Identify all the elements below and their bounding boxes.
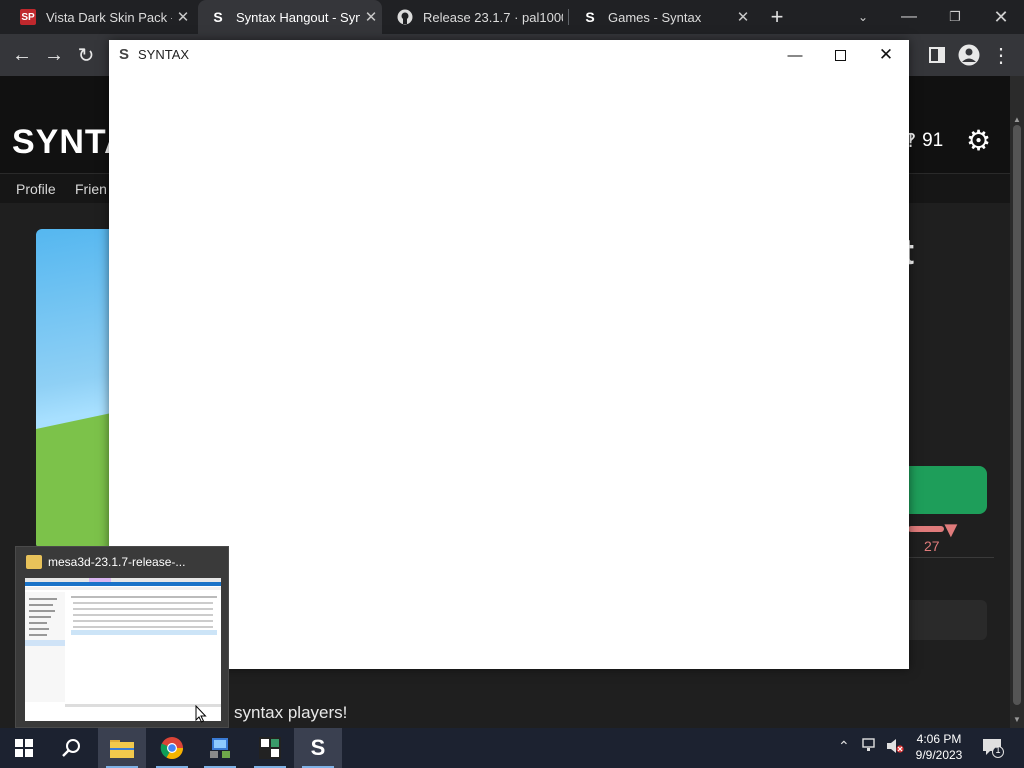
clock-time: 4:06 PM — [916, 732, 962, 746]
network-icon[interactable] — [862, 738, 878, 755]
robux-count: 91 — [922, 130, 944, 151]
github-favicon-icon — [397, 9, 413, 25]
dislike-count: 27 — [924, 538, 940, 554]
menu-kebab-icon[interactable]: ⋮ — [988, 42, 1014, 68]
checker-app-taskbar-button[interactable] — [246, 728, 294, 768]
minimize-button[interactable]: — — [886, 0, 932, 34]
tab-search-icon[interactable]: ⌄ — [840, 0, 886, 34]
tray-overflow-chevron-icon[interactable]: ⌃ — [838, 738, 850, 755]
tab-title: Vista Dark Skin Pack - S — [46, 9, 172, 25]
robux-balance[interactable]: ‽ 91 — [906, 130, 943, 153]
syntax-favicon-icon: S — [213, 9, 223, 25]
chrome-icon — [160, 737, 183, 759]
syntax-taskbar-button[interactable]: S — [294, 728, 342, 768]
syntax-launcher-window: S SYNTAX — ✕ — [109, 40, 909, 669]
network-app-taskbar-button[interactable] — [196, 728, 244, 768]
tab-title: Release 23.1.7 · pal1000 — [423, 9, 563, 25]
scroll-down-icon[interactable]: ▼ — [1010, 712, 1024, 726]
folder-icon — [26, 555, 42, 569]
preview-title: mesa3d-23.1.7-release-... — [48, 555, 186, 569]
popup-close-button[interactable]: ✕ — [863, 40, 909, 70]
tab-close-icon[interactable]: ✕ — [172, 8, 194, 26]
mouse-cursor-icon — [195, 704, 207, 723]
syntax-app-icon: S — [310, 735, 326, 760]
tab-games-syntax[interactable]: S Games - Syntax ✕ — [570, 0, 754, 34]
search-button[interactable] — [48, 728, 96, 768]
popup-minimize-button[interactable]: — — [772, 40, 818, 70]
new-tab-button[interactable]: + — [765, 4, 789, 30]
search-icon — [62, 739, 80, 757]
tab-release-23-1-7[interactable]: Release 23.1.7 · pal1000 — [385, 0, 563, 34]
popup-maximize-button[interactable] — [817, 40, 863, 70]
scroll-up-icon[interactable]: ▲ — [1010, 112, 1024, 126]
folder-icon — [110, 740, 134, 758]
syntax-logo-icon: S — [119, 46, 130, 63]
close-window-button[interactable]: ✕ — [978, 0, 1024, 34]
profile-avatar-icon[interactable] — [956, 42, 982, 68]
chrome-taskbar-button[interactable] — [148, 728, 196, 768]
tab-syntax-hangout[interactable]: S Syntax Hangout - Synta ✕ — [198, 0, 382, 34]
popup-title: SYNTAX — [138, 47, 190, 62]
monitor-app-icon — [210, 738, 230, 758]
start-button[interactable] — [0, 728, 48, 768]
tab-close-icon[interactable]: ✕ — [732, 8, 754, 26]
taskbar-clock[interactable]: 4:06 PM 9/9/2023 — [906, 731, 972, 763]
explorer-thumbnail-image — [25, 578, 221, 721]
windows-logo-icon — [15, 739, 33, 757]
volume-muted-icon[interactable] — [886, 738, 904, 757]
file-explorer-taskbar-button[interactable] — [98, 728, 146, 768]
dislike-bar — [908, 526, 944, 532]
thumbs-down-icon[interactable]: ▼ — [940, 517, 962, 543]
nav-friends[interactable]: Frien — [75, 181, 107, 197]
nav-profile[interactable]: Profile — [16, 181, 56, 197]
side-panel-icon[interactable] — [924, 42, 950, 68]
clock-date: 9/9/2023 — [915, 748, 963, 762]
settings-gear-icon[interactable]: ⚙ — [966, 124, 991, 157]
tab-separator — [568, 9, 569, 25]
taskbar-thumbnail-preview[interactable]: mesa3d-23.1.7-release-... — [15, 546, 229, 728]
tab-vista-dark-skin[interactable]: SP Vista Dark Skin Pack - S ✕ — [8, 0, 194, 34]
syntax-favicon-icon: S — [585, 9, 595, 25]
forward-arrow-icon[interactable]: → — [41, 42, 67, 68]
scrollbar-thumb[interactable] — [1013, 125, 1021, 705]
back-arrow-icon[interactable]: ← — [9, 42, 35, 68]
restore-button[interactable]: ❐ — [932, 0, 978, 34]
skinpack-favicon-icon: SP — [20, 9, 36, 25]
tab-strip: SP Vista Dark Skin Pack - S ✕ S Syntax H… — [0, 0, 1024, 34]
reload-icon[interactable]: ↻ — [73, 42, 99, 68]
tab-title: Syntax Hangout - Synta — [236, 9, 360, 25]
tab-title: Games - Syntax — [608, 9, 702, 25]
popup-titlebar[interactable]: S SYNTAX — ✕ — [109, 40, 909, 70]
checker-app-icon — [259, 737, 281, 759]
notification-count: 1 — [995, 745, 1001, 755]
notifications-icon[interactable]: 1 — [982, 738, 1004, 761]
welcome-text: syntax players! — [234, 703, 348, 722]
tab-close-icon[interactable]: ✕ — [360, 8, 382, 26]
